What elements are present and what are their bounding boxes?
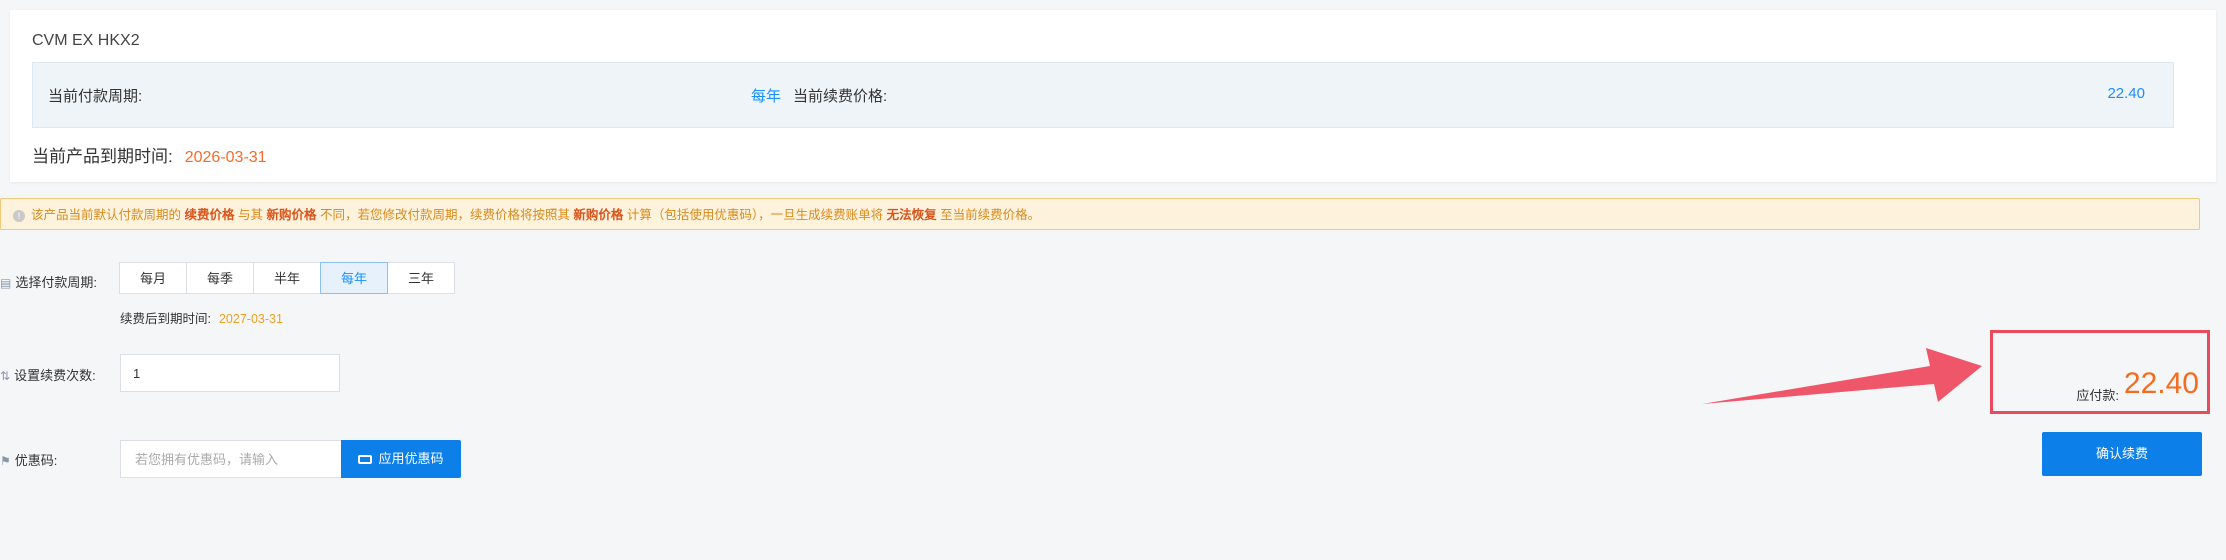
notice-bold: 新购价格 (266, 208, 317, 222)
coupon-label-row: ⚑ 优惠码: (0, 450, 57, 469)
price-warning-notice: ! 该产品当前默认付款周期的 续费价格 与其 新购价格 不同，若您修改付款周期，续… (0, 198, 2200, 230)
expire-label: 当前产品到期时间: (32, 147, 173, 166)
period-selector: 每月 每季 半年 每年 三年 (119, 262, 455, 294)
period-option-triennial[interactable]: 三年 (387, 262, 455, 294)
current-price-value: 22.40 (2107, 85, 2145, 102)
payment-label: 应付款: (2076, 388, 2119, 403)
sort-icon: ⇅ (0, 369, 11, 383)
expire-value: 2026-03-31 (184, 149, 267, 166)
payment-amount: 22.40 (2123, 367, 2199, 400)
product-card: CVM EX HKX2 当前付款周期: 每年 当前续费价格: 22.40 当前产… (10, 10, 2216, 182)
notice-bold: 新购价格 (573, 208, 624, 222)
notice-text: 至当前续费价格。 (936, 208, 1041, 222)
notice-text: 与其 (234, 208, 267, 222)
tag-icon: ⚑ (0, 454, 11, 468)
notice-text: 该产品当前默认付款周期的 (31, 208, 185, 222)
current-billing-info: 当前付款周期: 每年 当前续费价格: 22.40 (32, 62, 2174, 128)
ticket-icon (358, 455, 373, 465)
after-expire-label: 续费后到期时间: (120, 312, 211, 326)
period-label-row: ▤ 选择付款周期: (0, 272, 97, 291)
info-icon: ! (13, 209, 25, 222)
calendar-icon: ▤ (0, 276, 12, 290)
period-option-quarterly[interactable]: 每季 (186, 262, 254, 294)
payment-highlight-box: 应付款: 22.40 (1990, 330, 2210, 414)
coupon-label: 优惠码: (14, 453, 58, 468)
notice-text: 计算（包括使用优惠码），一旦生成续费账单将 (623, 208, 887, 222)
expire-row: 当前产品到期时间: 2026-03-31 (32, 142, 267, 167)
coupon-input[interactable]: 若您拥有优惠码，请输入 (120, 440, 342, 478)
after-expire-value: 2027-03-31 (218, 312, 283, 326)
current-period-label: 当前付款周期: (48, 88, 143, 105)
arrow-annotation (1702, 348, 1982, 404)
renew-count-label-row: ⇅ 设置续费次数: (0, 365, 96, 384)
confirm-renew-button[interactable]: 确认续费 (2042, 432, 2202, 476)
after-renew-expire: 续费后到期时间: 2027-03-31 (120, 308, 283, 327)
period-label: 选择付款周期: (15, 275, 97, 290)
apply-coupon-button[interactable]: 应用优惠码 (341, 440, 461, 478)
renew-count-label: 设置续费次数: (14, 368, 96, 383)
period-option-monthly[interactable]: 每月 (119, 262, 187, 294)
notice-text: 不同，若您修改付款周期，续费价格将按照其 (316, 208, 574, 222)
renew-count-input[interactable]: 1 (120, 354, 340, 392)
current-period-value: 每年 (751, 88, 782, 105)
notice-bold: 无法恢复 (886, 208, 937, 222)
product-name: CVM EX HKX2 (32, 32, 140, 49)
period-option-annual[interactable]: 每年 (320, 262, 388, 294)
notice-bold: 续费价格 (184, 208, 235, 222)
apply-coupon-label: 应用优惠码 (378, 451, 444, 466)
current-price-label: 当前续费价格: (793, 88, 888, 105)
period-option-semiannual[interactable]: 半年 (253, 262, 321, 294)
